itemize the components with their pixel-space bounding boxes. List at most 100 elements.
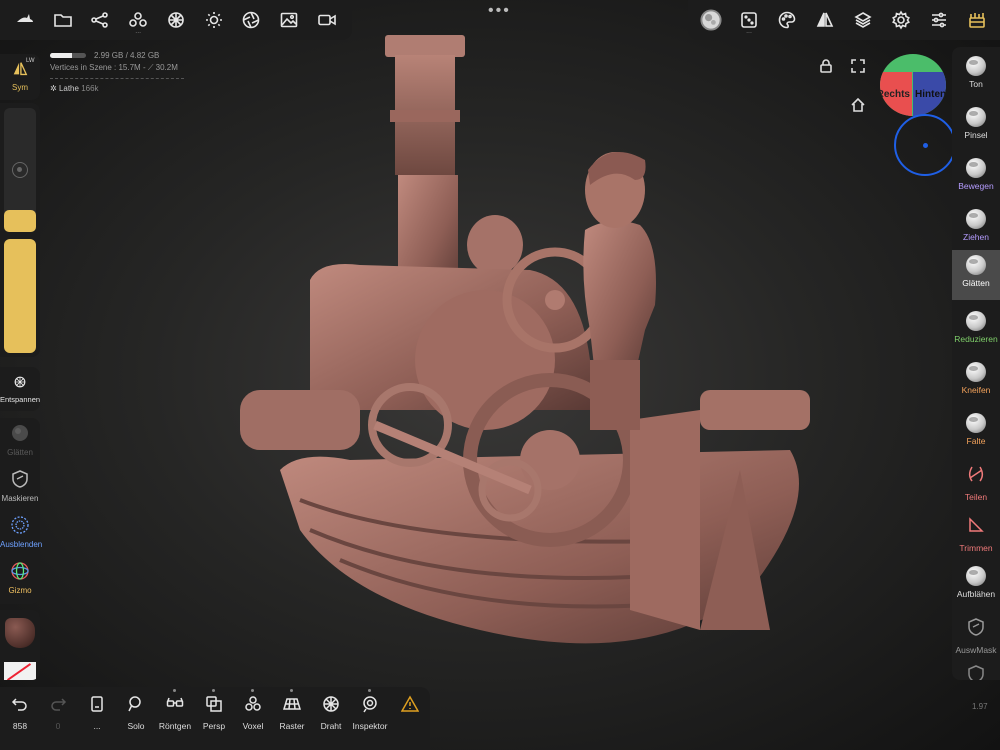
tool-inflate[interactable]: Aufblähen: [952, 561, 1000, 611]
home-icon[interactable]: [850, 97, 866, 118]
steering-hub: [545, 290, 565, 310]
brush-icon: [966, 107, 986, 127]
bottom-toolbar: 858 0 ... Solo Röntgen Persp Voxel Raste…: [0, 687, 430, 750]
memory-bar-fill: [50, 53, 73, 59]
boiler-dome: [467, 215, 523, 275]
tool-flatten[interactable]: Reduzieren: [952, 306, 1000, 356]
more-menu-dots[interactable]: •••: [488, 2, 511, 20]
mesh-count: 166k: [81, 84, 99, 93]
color-swatch[interactable]: [4, 662, 36, 680]
lock-icon[interactable]: [818, 58, 834, 79]
settings-icon[interactable]: [884, 3, 918, 37]
option-dot: [368, 689, 371, 692]
tool-clay[interactable]: Ton: [952, 51, 1000, 101]
tool-more[interactable]: [952, 659, 1000, 680]
view-cube-back[interactable]: Hinten: [913, 72, 946, 116]
fullscreen-icon[interactable]: [850, 58, 866, 79]
toolbox-icon[interactable]: [960, 3, 994, 37]
topology-icon[interactable]: [159, 3, 193, 37]
pinch-icon: [966, 362, 986, 382]
smooth-button[interactable]: Glätten: [0, 418, 40, 464]
view-cube[interactable]: Rechts Hinten: [880, 54, 946, 116]
hide-button[interactable]: Ausblenden: [0, 510, 42, 556]
symmetry-badge: LW: [26, 58, 35, 64]
tool-label: Bewegen: [958, 181, 994, 191]
voxel-label: Voxel: [242, 721, 264, 731]
wireframe-button[interactable]: Draht: [311, 695, 351, 731]
undo-button[interactable]: 858: [0, 695, 40, 731]
radius-slider-handle[interactable]: [4, 210, 36, 232]
orbit-joystick[interactable]: [894, 114, 956, 176]
redo-button[interactable]: 0: [38, 695, 78, 731]
vertex-count: Vertices in Szene : 15.7M - ⟋ 30.2M: [50, 63, 178, 72]
radius-track: [4, 108, 36, 232]
search-icon: [128, 696, 141, 712]
material-preview[interactable]: [5, 618, 35, 648]
wireframe-icon: [323, 696, 339, 712]
divider: [50, 78, 184, 79]
chimney-ring: [390, 110, 460, 122]
material-panel[interactable]: [0, 610, 40, 680]
folder-icon[interactable]: [46, 3, 80, 37]
undo-count: 858: [12, 721, 28, 731]
relax-button[interactable]: Entspannen: [0, 367, 40, 411]
tool-label: Aufblähen: [956, 589, 996, 599]
tool-split[interactable]: Teilen: [952, 459, 1000, 509]
perspective-button[interactable]: Persp: [194, 689, 234, 731]
mesh-row[interactable]: ✲ Lathe 166k: [50, 83, 184, 95]
shield-icon: [968, 665, 984, 680]
tool-trim[interactable]: Trimmen: [952, 510, 1000, 560]
xray-label: Röntgen: [158, 721, 192, 731]
intensity-slider[interactable]: ϟ: [4, 239, 36, 435]
chimney-cap: [385, 35, 465, 57]
grid-icon: [282, 698, 302, 710]
xray-button[interactable]: Röntgen: [155, 689, 195, 731]
gizmo-label: Gizmo: [8, 586, 32, 595]
smooth-icon: [12, 425, 28, 441]
inspector-button[interactable]: Inspektor: [350, 689, 390, 731]
tool-crease[interactable]: Falte: [952, 408, 1000, 458]
solo-button[interactable]: Solo: [116, 695, 156, 731]
mask-button[interactable]: Maskieren: [0, 464, 40, 510]
sun-icon[interactable]: [197, 3, 231, 37]
view-cube-right[interactable]: Rechts: [880, 72, 912, 116]
tool-brush[interactable]: Pinsel: [952, 102, 1000, 152]
sculpt-model[interactable]: [230, 30, 830, 670]
crease-icon: [966, 413, 986, 433]
tool-drag[interactable]: Ziehen: [952, 204, 1000, 254]
layers-icon[interactable]: [846, 3, 880, 37]
shark-logo-icon[interactable]: [8, 3, 42, 37]
device-label: ...: [93, 721, 101, 731]
tool-pinch[interactable]: Kneifen: [952, 357, 1000, 407]
scene-graph-icon[interactable]: [83, 3, 117, 37]
tool-smooth[interactable]: Glätten: [952, 250, 1000, 300]
warning-button[interactable]: [390, 695, 430, 718]
device-button[interactable]: ...: [77, 695, 117, 731]
tool-label: Pinsel: [964, 130, 988, 140]
rear-crate: [630, 410, 700, 630]
split-icon: [969, 466, 983, 482]
memory-bar: [50, 53, 86, 59]
sliders-icon[interactable]: [922, 3, 956, 37]
mesh-icon: ✲: [50, 84, 57, 93]
tool-label: Teilen: [964, 492, 988, 502]
tool-label: Glätten: [962, 278, 990, 288]
primitives-icon[interactable]: ...: [121, 3, 155, 37]
gizmo-button[interactable]: Gizmo: [0, 556, 40, 602]
tool-move[interactable]: Bewegen: [952, 153, 1000, 203]
select-mask-icon: [968, 618, 984, 636]
flatten-icon: [966, 311, 986, 331]
symmetry-toggle[interactable]: LW Sym: [0, 54, 40, 100]
tool-label: Trimmen: [959, 543, 993, 553]
mask-label: Maskieren: [1, 494, 39, 503]
captain-figure: [583, 221, 656, 375]
grid-button[interactable]: Raster: [272, 689, 312, 731]
side-tank: [240, 390, 360, 450]
device-icon: [91, 696, 103, 712]
option-dot: [251, 689, 254, 692]
voxel-button[interactable]: Voxel: [233, 689, 273, 731]
tool-select-mask[interactable]: AuswMask: [952, 612, 1000, 662]
trim-icon: [969, 517, 984, 532]
inflate-icon: [966, 566, 986, 586]
xray-glasses-icon: [166, 697, 184, 707]
